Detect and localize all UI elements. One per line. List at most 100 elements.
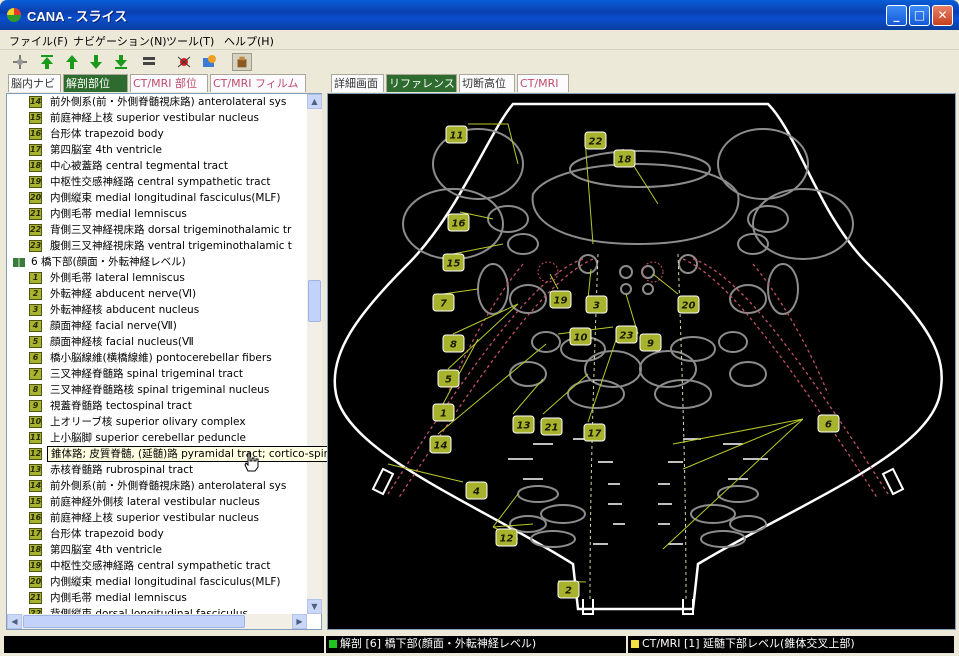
tree-item-label: 赤核脊髄路 rubrospinal tract: [50, 464, 194, 476]
shape-vestibular-left: [487, 205, 529, 233]
diagram-label-text: 8: [450, 340, 457, 351]
status-ctmri-text: CT/MRI [1] 延髄下部レベル(錐体交叉上部): [642, 637, 855, 650]
diagram-label-8[interactable]: 8: [442, 334, 465, 353]
diagram-label-7[interactable]: 7: [432, 293, 455, 312]
shape-tectospinal-left: [620, 283, 632, 295]
diagram-label-text: 1: [440, 409, 447, 420]
diagram-label-15[interactable]: 15: [442, 253, 465, 272]
diagram-label-text: 21: [545, 423, 559, 434]
shape-central-tegmental-right: [670, 336, 716, 362]
menu-tools[interactable]: ツール(T): [166, 33, 214, 49]
diagram-label-4[interactable]: 4: [465, 481, 488, 500]
diagram-label-6[interactable]: 6: [817, 414, 840, 433]
vertical-scroll-thumb[interactable]: [308, 280, 321, 322]
tab-ctmri[interactable]: CT/MRI: [517, 74, 569, 92]
maximize-button[interactable]: □: [909, 5, 930, 26]
tab-cut-level[interactable]: 切断高位: [459, 74, 515, 92]
tab-ctmri-part[interactable]: CT/MRI 部位: [130, 74, 208, 92]
menu-help[interactable]: ヘルプ(H): [224, 33, 274, 49]
last-slice-icon[interactable]: [111, 53, 131, 71]
diagram-label-14[interactable]: 14: [429, 435, 452, 454]
diagram-label-1[interactable]: 1: [432, 403, 455, 422]
fit-view-icon[interactable]: [10, 53, 30, 71]
tree-item-label: 背側縦束 dorsal longitudinal fasciculus: [50, 608, 248, 614]
first-slice-icon[interactable]: [37, 53, 57, 71]
diagram-label-10[interactable]: 10: [569, 327, 592, 346]
diagram-label-12[interactable]: 12: [495, 528, 518, 547]
tree-item-number-badge: 15: [29, 496, 42, 508]
tree-item-label: 前庭神経外側核 lateral vestibular nucleus: [50, 496, 260, 508]
diagram-label-17[interactable]: 17: [583, 423, 606, 442]
diagram-label-3[interactable]: 3: [585, 295, 608, 314]
vertical-scrollbar[interactable]: ▲ ▼: [307, 94, 322, 614]
tab-brain-navi[interactable]: 脳内ナビ: [8, 74, 61, 92]
tree-item-label: 内側縦束 medial longitudinal fasciculus(MLF): [50, 576, 281, 588]
diagram-label-16[interactable]: 16: [447, 213, 470, 232]
tree-item-label: 上小脳脚 superior cerebellar peduncle: [50, 432, 246, 444]
export-icon[interactable]: [199, 53, 219, 71]
scroll-down-icon[interactable]: ▼: [307, 599, 322, 614]
app-logo-icon: [7, 8, 21, 22]
menu-file[interactable]: ファイル(F): [9, 33, 68, 49]
diagram-label-9[interactable]: 9: [639, 333, 662, 352]
nerve-roots: [371, 467, 905, 615]
tree-item-number-badge: 10: [29, 416, 42, 428]
tree-item-label: 背側三叉神経視床路 dorsal trigeminothalamic tr: [50, 224, 292, 236]
shape-tectospinal-right: [642, 283, 654, 295]
minimize-button[interactable]: _: [886, 5, 907, 26]
scroll-up-icon[interactable]: ▲: [307, 94, 322, 109]
hand-tool-icon[interactable]: [232, 53, 252, 71]
open-book-icon: [13, 258, 25, 267]
horizontal-scrollbar[interactable]: ◀ ▶: [7, 614, 307, 629]
reference-canvas[interactable]: 11 22 18 16 15 7 19 3 20 8 10 23 9 5 1 13 21 17 14 6 4 12 2: [327, 93, 956, 630]
diagram-label-text: 9: [647, 339, 654, 350]
yellow-square-icon: [631, 640, 639, 648]
next-slice-icon[interactable]: [86, 53, 106, 71]
tree-item-label: 前外側系(前・外側脊髄視床路) anterolateral sys: [50, 480, 287, 492]
tab-anatomy[interactable]: 解剖部位: [63, 74, 128, 92]
shape-abducent-nucleus-right: [678, 254, 698, 274]
scroll-left-icon[interactable]: ◀: [7, 614, 22, 629]
tree-item-number-badge: 6: [29, 352, 42, 364]
diagram-label-18[interactable]: 18: [613, 149, 636, 168]
tree-item-label: 橋小脳線維(横橋線維) pontocerebellar fibers: [50, 352, 272, 364]
shape-abducent-nucleus-left: [578, 254, 598, 274]
tree-item-label: 外側毛帯 lateral lemniscus: [50, 272, 185, 284]
shape-facial-nucleus-right: [729, 284, 767, 314]
tree-item-number-badge: 20: [29, 576, 42, 588]
prev-slice-icon[interactable]: [62, 53, 82, 71]
shape-vestibular-lat-left: [507, 233, 539, 255]
tree-item-number-badge: 21: [29, 208, 42, 220]
menu-navigation[interactable]: ナビゲーション(N): [73, 33, 167, 49]
diagram-label-21[interactable]: 21: [540, 417, 563, 436]
tree-item-label: 中心被蓋路 central tegmental tract: [50, 160, 228, 172]
tree-item-number-badge: 22: [29, 224, 42, 236]
tree-item-number-badge: 16: [29, 128, 42, 140]
tab-detail[interactable]: 詳細画面: [331, 74, 384, 92]
tree-item-label: 台形体 trapezoid body: [50, 128, 164, 140]
tree-item-number-badge: 15: [29, 112, 42, 124]
tab-reference[interactable]: リファレンス: [386, 74, 457, 92]
diagram-label-5[interactable]: 5: [437, 369, 460, 388]
bug-icon[interactable]: [174, 53, 194, 71]
tree-item-number-badge: 8: [29, 384, 42, 396]
horizontal-scroll-thumb[interactable]: [23, 615, 245, 628]
tab-ctmri-film[interactable]: CT/MRI フィルム: [210, 74, 306, 92]
anatomy-tree-list[interactable]: 14 前外側系(前・外側脊髄視床路) anterolateral sys 15 前庭神…: [7, 94, 307, 614]
tree-item-number-badge: 20: [29, 192, 42, 204]
layers-icon[interactable]: [139, 53, 159, 71]
diagram-label-text: 17: [588, 429, 602, 440]
diagram-label-13[interactable]: 13: [512, 415, 535, 434]
diagram-label-20[interactable]: 20: [677, 295, 700, 314]
brainstem-slice-diagram[interactable]: 11 22 18 16 15 7 19 3 20 8 10 23 9 5 1 13 21 17 14 6 4 12 2: [328, 94, 955, 629]
diagram-label-text: 22: [589, 137, 603, 148]
tree-item-number-badge: 1: [29, 272, 42, 284]
scroll-right-icon[interactable]: ▶: [292, 614, 307, 629]
diagram-label-19[interactable]: 19: [549, 290, 572, 309]
diagram-label-23[interactable]: 23: [615, 325, 638, 344]
diagram-label-2[interactable]: 2: [557, 580, 580, 599]
diagram-label-11[interactable]: 11: [445, 125, 468, 144]
diagram-label-22[interactable]: 22: [584, 131, 607, 150]
shape-4th-ventricle: [531, 163, 740, 246]
close-button[interactable]: ✕: [932, 5, 953, 26]
